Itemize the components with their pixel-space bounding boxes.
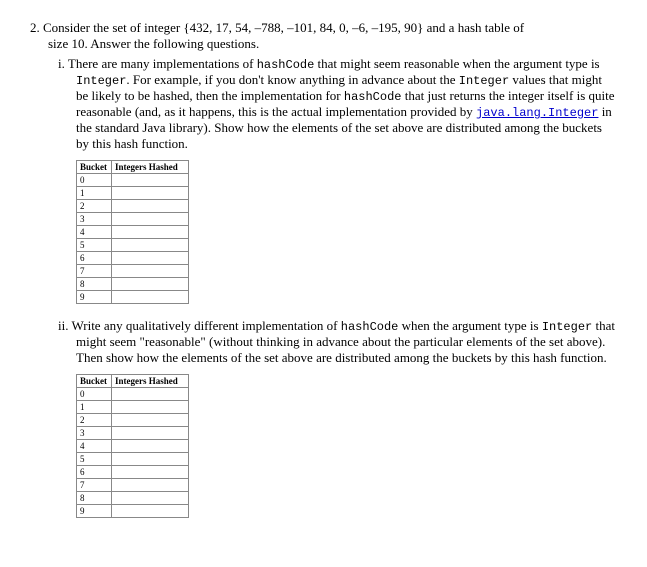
bucket-cell: 0 [77,174,112,187]
bucket-cell: 5 [77,453,112,466]
part-i-body2: that might seem reasonable when the argu… [314,56,599,71]
table-row: 5 [77,453,189,466]
hashed-cell [112,414,189,427]
header-hashed: Integers Hashed [112,161,189,174]
hashed-cell [112,252,189,265]
hashed-cell [112,174,189,187]
question-main: 2. Consider the set of integer {432, 17,… [48,20,617,36]
part-ii-body2: when the argument type is [398,318,541,333]
bucket-cell: 8 [77,492,112,505]
hashed-cell [112,466,189,479]
question-number: 2. [30,20,40,35]
bucket-cell: 4 [77,226,112,239]
header-bucket: Bucket [77,375,112,388]
part-i: i. There are many implementations of has… [76,56,617,152]
table-row: 2 [77,200,189,213]
bucket-cell: 3 [77,213,112,226]
bucket-cell: 0 [77,388,112,401]
code-hashcode-1: hashCode [257,58,315,72]
bucket-cell: 3 [77,427,112,440]
hashed-cell [112,265,189,278]
bucket-cell: 8 [77,278,112,291]
link-java-lang-integer[interactable]: java.lang.Integer [476,106,598,120]
header-hashed: Integers Hashed [112,375,189,388]
hashed-cell [112,479,189,492]
table-header-row: Bucket Integers Hashed [77,161,189,174]
hashed-cell [112,388,189,401]
table-row: 3 [77,427,189,440]
hashed-cell [112,278,189,291]
table-row: 6 [77,252,189,265]
part-ii: ii. Write any qualitatively different im… [76,318,617,366]
table-row: 5 [77,239,189,252]
bucket-cell: 7 [77,479,112,492]
bucket-cell: 7 [77,265,112,278]
table-part-i: Bucket Integers Hashed 0 1 2 3 4 5 6 7 8… [76,160,189,304]
hashed-cell [112,226,189,239]
part-ii-label: ii. [58,318,68,333]
hashed-cell [112,505,189,518]
table-row: 1 [77,187,189,200]
table-row: 9 [77,505,189,518]
table-row: 6 [77,466,189,479]
code-integer-3: Integer [542,320,592,334]
bucket-cell: 4 [77,440,112,453]
table-row: 0 [77,388,189,401]
table-row: 4 [77,226,189,239]
table-header-row: Bucket Integers Hashed [77,375,189,388]
table-row: 0 [77,174,189,187]
table-row: 7 [77,479,189,492]
part-i-body1: There are many implementations of [68,56,257,71]
bucket-cell: 2 [77,200,112,213]
hashed-cell [112,401,189,414]
table-row: 8 [77,492,189,505]
question-text-line2: size 10. Answer the following questions. [48,36,617,52]
hashed-cell [112,427,189,440]
bucket-cell: 9 [77,505,112,518]
bucket-cell: 5 [77,239,112,252]
bucket-cell: 6 [77,466,112,479]
code-hashcode-3: hashCode [341,320,399,334]
bucket-cell: 6 [77,252,112,265]
header-bucket: Bucket [77,161,112,174]
hashed-cell [112,492,189,505]
table-row: 1 [77,401,189,414]
hashed-cell [112,453,189,466]
table-row: 7 [77,265,189,278]
hashed-cell [112,187,189,200]
bucket-cell: 1 [77,187,112,200]
question-text-line1: Consider the set of integer {432, 17, 54… [43,20,524,35]
hashed-cell [112,239,189,252]
bucket-cell: 9 [77,291,112,304]
hashed-cell [112,200,189,213]
table-row: 9 [77,291,189,304]
table-row: 3 [77,213,189,226]
hashed-cell [112,213,189,226]
question-2: 2. Consider the set of integer {432, 17,… [30,20,617,518]
bucket-cell: 2 [77,414,112,427]
table-part-ii: Bucket Integers Hashed 0 1 2 3 4 5 6 7 8… [76,374,189,518]
part-i-label: i. [58,56,65,71]
bucket-cell: 1 [77,401,112,414]
hashed-cell [112,291,189,304]
table-row: 2 [77,414,189,427]
code-hashcode-2: hashCode [344,90,402,104]
table-row: 8 [77,278,189,291]
hashed-cell [112,440,189,453]
code-integer-1: Integer [76,74,126,88]
part-i-body3: . For example, if you don't know anythin… [126,72,458,87]
table-row: 4 [77,440,189,453]
part-ii-body1: Write any qualitatively different implem… [72,318,341,333]
code-integer-2: Integer [459,74,509,88]
